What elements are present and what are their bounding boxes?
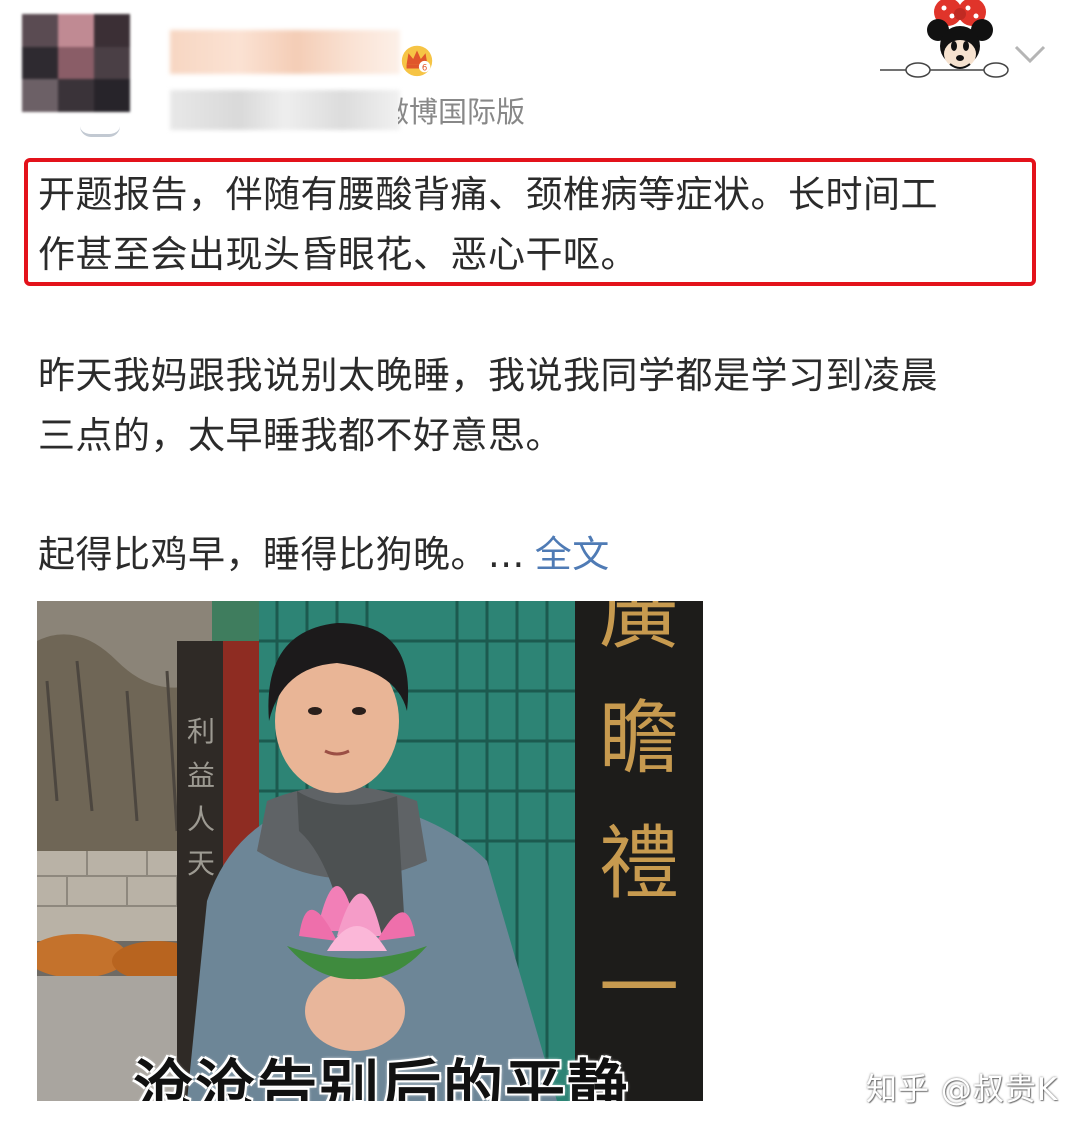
avatar-mosaic-tile: [94, 14, 130, 47]
avatar-mosaic-tile: [58, 46, 94, 80]
signboard-character: 一: [599, 942, 679, 1035]
pillar-character: 天: [187, 847, 215, 880]
username-blurred[interactable]: [170, 30, 400, 74]
vip-crown-icon: 6: [401, 45, 433, 77]
avatar-mosaic-tile: [22, 14, 58, 47]
post-meta-blurred: [170, 90, 400, 130]
post-image[interactable]: 利益人天 廣瞻禮一 沧沧告别后的平静: [37, 601, 703, 1101]
avatar-ring-decoration: [80, 126, 120, 137]
meme-caption: 沧沧告别后的平静: [133, 1054, 629, 1101]
post-text-paragraph-3: 起得比鸡早，睡得比狗晚。... 全文: [38, 525, 1038, 585]
pillar-character: 人: [187, 803, 215, 836]
avatar-mosaic-tile: [58, 79, 94, 112]
avatar-mosaic-tile: [22, 46, 58, 80]
post-text-line: 昨天我妈跟我说别太晚睡，我说我同学都是学习到凌晨: [38, 354, 938, 397]
full-text-link[interactable]: 全文: [535, 533, 610, 576]
pillar-character: 利: [187, 715, 215, 748]
pillar-character: 益: [187, 759, 215, 792]
post-source-label: 微博国际版: [380, 95, 526, 129]
zhihu-watermark: 知乎 @叔贵K: [866, 1072, 1059, 1108]
signboard-character: 禮: [599, 817, 679, 910]
avatar-mosaic-tile: [58, 14, 94, 47]
user-avatar[interactable]: [22, 14, 130, 112]
meme-photo-illustration: 利益人天 廣瞻禮一: [37, 601, 703, 1101]
red-highlight-box: [24, 158, 1036, 286]
post-text-line: 起得比鸡早，睡得比狗晚。...: [38, 533, 525, 576]
chevron-down-icon[interactable]: [1010, 38, 1050, 68]
signboard-character: 瞻: [599, 692, 679, 785]
signboard-character: 廣: [599, 601, 679, 660]
avatar-mosaic-tile: [94, 79, 130, 112]
svg-text:6: 6: [422, 63, 427, 73]
avatar-mosaic-tile: [22, 79, 58, 112]
post-text-line: 三点的，太早睡我都不好意思。: [38, 414, 563, 457]
weibo-post-screenshot: 6 微博国际版 开题报告，伴随有腰酸背痛、颈椎病等症状。长时间工 作甚至会出现头…: [0, 0, 1080, 1132]
post-text-paragraph-2: 昨天我妈跟我说别太晚睡，我说我同学都是学习到凌晨 三点的，太早睡我都不好意思。: [38, 346, 1038, 466]
avatar-mosaic-tile: [94, 46, 130, 80]
minnie-mouse-card-decoration-icon: [880, 0, 1009, 78]
